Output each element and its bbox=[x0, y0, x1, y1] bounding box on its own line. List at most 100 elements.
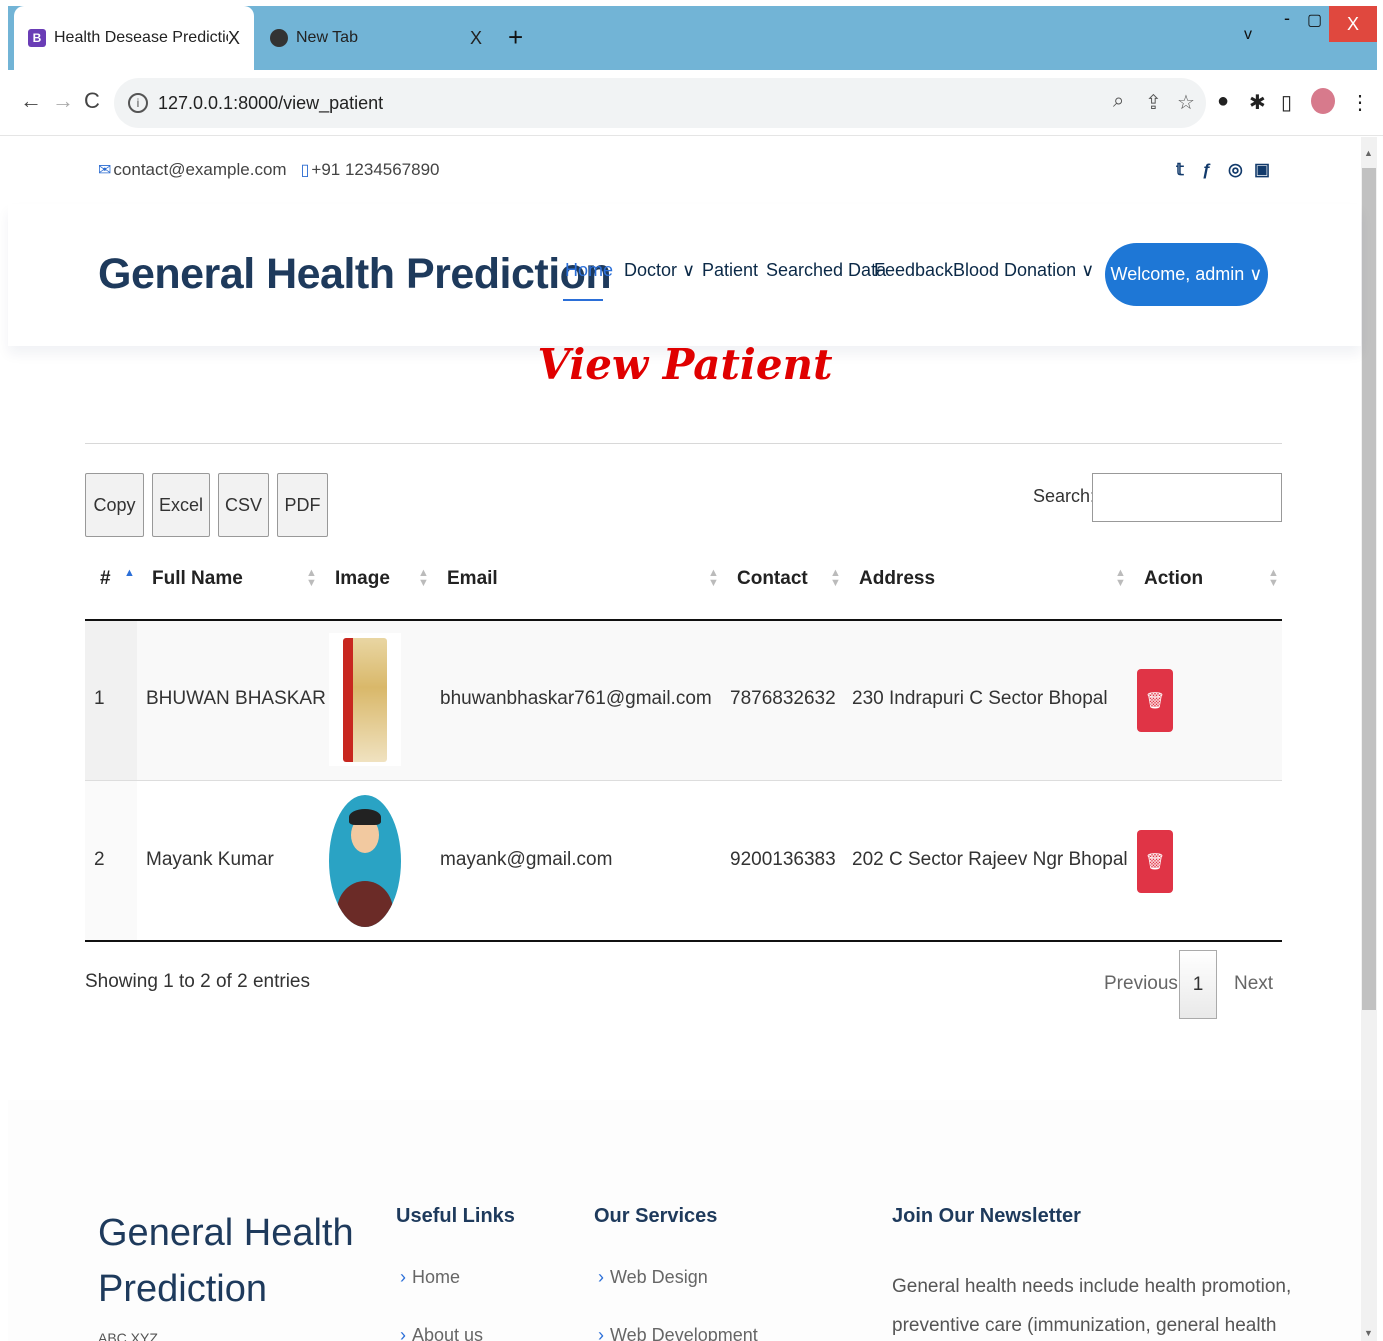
footer-link-about[interactable]: › About us bbox=[400, 1325, 483, 1341]
new-tab-button[interactable]: + bbox=[508, 22, 523, 53]
row-index: 1 bbox=[94, 688, 105, 709]
instagram-icon[interactable]: ◎ bbox=[1228, 160, 1243, 180]
footer-newsletter-text: General health needs include health prom… bbox=[892, 1276, 1292, 1336]
side-panel-icon[interactable]: ▯ bbox=[1281, 90, 1292, 115]
nav-active-underline bbox=[563, 299, 603, 301]
facebook-icon[interactable]: ƒ bbox=[1202, 160, 1211, 180]
site-logo[interactable]: General Health Prediction bbox=[98, 250, 612, 299]
url-bar[interactable]: i 127.0.0.1:8000/view_patient bbox=[114, 78, 1206, 128]
menu-kebab-icon[interactable]: ⋮ bbox=[1350, 90, 1370, 115]
sort-icon[interactable]: ▲ ▼ bbox=[1115, 568, 1126, 589]
column-header-contact[interactable]: Contact bbox=[737, 568, 808, 590]
column-header-email[interactable]: Email bbox=[447, 568, 498, 590]
zoom-icon[interactable]: ⌕ bbox=[1113, 90, 1124, 113]
scroll-up-icon[interactable]: ▲ bbox=[1364, 148, 1373, 158]
footer-link-label: Web Design bbox=[610, 1267, 708, 1287]
column-header-index[interactable]: # bbox=[100, 568, 111, 590]
bootstrap-favicon-icon: B bbox=[28, 29, 46, 47]
nav-patient[interactable]: Patient bbox=[702, 260, 758, 281]
tab-close-icon[interactable]: X bbox=[470, 28, 482, 49]
chevron-right-icon: › bbox=[400, 1325, 406, 1341]
browser-tab-active[interactable]: B Health Desease Prediction X bbox=[14, 6, 254, 70]
chevron-right-icon: › bbox=[598, 1267, 604, 1287]
avatar-hair bbox=[349, 809, 381, 825]
page-title: View Patient bbox=[537, 340, 833, 389]
sort-icon[interactable]: ▲ ▼ bbox=[830, 568, 841, 589]
row-contact: 7876832632 bbox=[730, 688, 836, 709]
contact-phone: +91 1234567890 bbox=[311, 160, 440, 179]
footer-useful-links-heading: Useful Links bbox=[396, 1205, 515, 1227]
linkedin-icon[interactable]: ▣ bbox=[1254, 160, 1270, 180]
sort-icon[interactable]: ▲ ▼ bbox=[306, 568, 317, 589]
restore-button[interactable]: ▢ bbox=[1307, 10, 1322, 30]
topbar-contact: ✉ contact@example.com ▯ +91 1234567890 bbox=[98, 160, 440, 180]
footer-brand: General Health Prediction bbox=[98, 1205, 354, 1317]
delete-button[interactable]: 🗑 bbox=[1137, 669, 1173, 732]
tab-close-icon[interactable]: X bbox=[228, 28, 240, 49]
bookmark-star-icon[interactable]: ☆ bbox=[1177, 90, 1195, 115]
search-input[interactable] bbox=[1092, 473, 1282, 522]
excel-button[interactable]: Excel bbox=[152, 473, 210, 537]
footer-brand-small: ABC XYZ bbox=[98, 1330, 158, 1341]
puzzle-extensions-icon[interactable]: ✱ bbox=[1249, 90, 1266, 115]
copy-button[interactable]: Copy bbox=[85, 473, 144, 537]
pagination-page-1[interactable]: 1 bbox=[1179, 950, 1217, 1019]
footer-brand-line2: Prediction bbox=[98, 1268, 267, 1310]
pdf-button[interactable]: PDF bbox=[277, 473, 328, 537]
pagination-next[interactable]: Next bbox=[1234, 973, 1273, 995]
footer-link-home[interactable]: › Home bbox=[400, 1267, 460, 1288]
window-close-button[interactable]: X bbox=[1329, 6, 1377, 42]
pagination-previous[interactable]: Previous bbox=[1104, 973, 1178, 995]
footer-link-label: Web Development bbox=[610, 1325, 758, 1341]
minimize-button[interactable]: - bbox=[1284, 8, 1290, 29]
browser-tab-newtab[interactable]: New Tab X bbox=[256, 6, 496, 70]
site-info-icon[interactable]: i bbox=[128, 93, 148, 113]
trash-icon: 🗑 bbox=[1144, 692, 1166, 710]
forward-arrow-icon[interactable]: → bbox=[52, 88, 74, 114]
footer-service-web-design[interactable]: › Web Design bbox=[598, 1267, 708, 1288]
title-divider bbox=[85, 443, 1282, 444]
nav-doctor[interactable]: Doctor ∨ bbox=[624, 260, 695, 281]
nav-feedback[interactable]: Feedback bbox=[874, 260, 953, 281]
table-row-index-cell bbox=[85, 781, 137, 941]
nav-blood-donation[interactable]: Blood Donation ∨ bbox=[953, 260, 1094, 281]
twitter-icon[interactable]: 𝕥 bbox=[1176, 160, 1184, 180]
row-address: 230 Indrapuri C Sector Bhopal bbox=[852, 688, 1108, 709]
reload-icon[interactable]: C bbox=[84, 88, 100, 114]
delete-button[interactable]: 🗑 bbox=[1137, 830, 1173, 893]
extension-icon[interactable]: ● bbox=[1217, 90, 1229, 113]
search-label: Search: bbox=[1033, 486, 1096, 506]
nav-home[interactable]: Home bbox=[565, 260, 613, 281]
envelope-icon: ✉ bbox=[98, 162, 112, 179]
column-header-action[interactable]: Action bbox=[1144, 568, 1203, 590]
tab-search-chevron-icon[interactable]: v bbox=[1244, 26, 1252, 44]
back-arrow-icon[interactable]: ← bbox=[20, 88, 42, 114]
url-text: 127.0.0.1:8000/view_patient bbox=[158, 92, 384, 113]
row-index: 2 bbox=[94, 849, 105, 870]
column-header-full-name[interactable]: Full Name bbox=[152, 568, 243, 590]
sort-icon[interactable]: ▲ ▼ bbox=[1268, 568, 1279, 589]
avatar-body bbox=[337, 881, 393, 927]
column-header-image[interactable]: Image bbox=[335, 568, 390, 590]
contact-email[interactable]: contact@example.com bbox=[113, 160, 286, 180]
row-full-name: BHUWAN BHASKAR bbox=[146, 688, 326, 709]
sort-icon[interactable]: ▲ ▼ bbox=[418, 568, 429, 589]
scrollbar-thumb[interactable] bbox=[1362, 168, 1376, 1010]
scroll-down-icon[interactable]: ▼ bbox=[1364, 1328, 1373, 1338]
row-email: bhuwanbhaskar761@gmail.com bbox=[440, 688, 712, 709]
welcome-admin-button[interactable]: Welcome, admin ∨ bbox=[1105, 243, 1268, 306]
column-header-address[interactable]: Address bbox=[859, 568, 935, 590]
tab-title: New Tab bbox=[296, 29, 358, 46]
footer-newsletter-heading: Join Our Newsletter bbox=[892, 1205, 1081, 1227]
nav-searched-data[interactable]: Searched Data bbox=[766, 260, 886, 281]
patient-image bbox=[329, 633, 401, 766]
profile-avatar-icon[interactable] bbox=[1311, 88, 1335, 114]
share-icon[interactable]: ⇪ bbox=[1145, 90, 1162, 115]
sort-icon[interactable]: ▲ ▼ bbox=[708, 568, 719, 589]
footer-service-web-development[interactable]: › Web Development bbox=[598, 1325, 758, 1341]
sort-asc-icon[interactable]: ▲ bbox=[124, 568, 135, 579]
row-address: 202 C Sector Rajeev Ngr Bhopal bbox=[852, 849, 1128, 870]
csv-button[interactable]: CSV bbox=[218, 473, 269, 537]
table-row-index-cell bbox=[85, 621, 137, 781]
patient-avatar-image bbox=[329, 795, 401, 927]
